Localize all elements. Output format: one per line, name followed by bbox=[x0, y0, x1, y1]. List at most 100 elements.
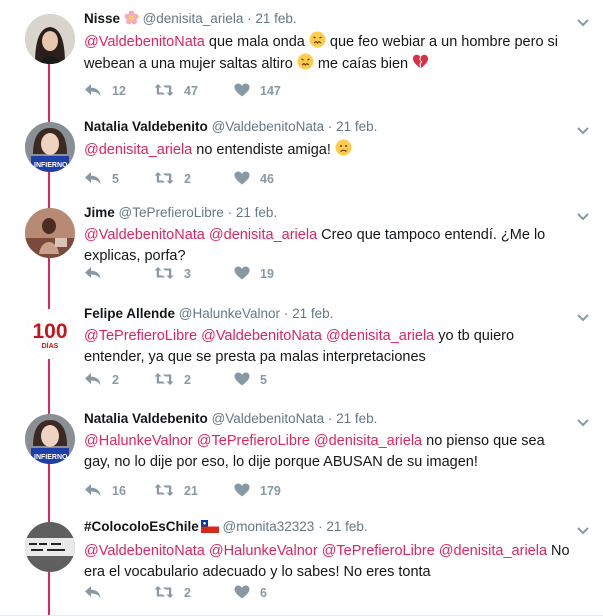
tweet-text: @ValdebenitoNata @denisita_ariela Creo q… bbox=[84, 225, 573, 267]
mention-link[interactable]: @denisita_ariela bbox=[439, 543, 547, 559]
svg-text:INFIERNO: INFIERNO bbox=[34, 162, 68, 169]
retweet-count: 21 bbox=[184, 484, 198, 498]
retweet-button[interactable]: 2 bbox=[154, 372, 234, 389]
tweet-text: @denisita_ariela no entendiste amiga! bbox=[84, 139, 573, 161]
caret-down-icon[interactable] bbox=[577, 522, 589, 540]
tweet-text-segment: que mala onda bbox=[204, 34, 309, 50]
avatar[interactable]: INFIERNO bbox=[25, 414, 75, 464]
tweet-date[interactable]: 21 feb. bbox=[336, 119, 377, 134]
reply-count: 5 bbox=[112, 172, 119, 186]
mention-link[interactable]: @ValdebenitoNata bbox=[201, 328, 322, 344]
caret-down-icon[interactable] bbox=[577, 309, 589, 327]
avatar[interactable]: 100 DÍAS bbox=[25, 309, 75, 359]
mention-link[interactable]: @HalunkeValnor bbox=[209, 543, 318, 559]
separator-dot: · bbox=[283, 306, 289, 321]
tweet-actions: 2 6 bbox=[84, 584, 267, 602]
user-handle[interactable]: @monita32323 bbox=[223, 519, 315, 534]
like-count: 19 bbox=[260, 267, 274, 281]
display-name[interactable]: Felipe Allende bbox=[84, 306, 175, 321]
caret-down-icon[interactable] bbox=[577, 122, 589, 140]
crying-emoji-icon bbox=[335, 139, 352, 158]
like-count: 46 bbox=[260, 172, 274, 186]
like-button[interactable]: 147 bbox=[234, 83, 281, 100]
tweet-date[interactable]: 21 feb. bbox=[326, 519, 367, 534]
like-count: 6 bbox=[260, 586, 267, 600]
tweet-date[interactable]: 21 feb. bbox=[292, 306, 333, 321]
avatar[interactable] bbox=[25, 208, 75, 258]
reply-icon bbox=[84, 266, 112, 283]
confounded-emoji-icon bbox=[309, 31, 326, 50]
tweet-date[interactable]: 21 feb. bbox=[336, 411, 377, 426]
mention-link[interactable]: @denisita_ariela bbox=[209, 227, 317, 243]
reply-button[interactable] bbox=[84, 266, 154, 283]
tweet-text-segment: no entendiste amiga! bbox=[192, 142, 335, 158]
like-button[interactable]: 5 bbox=[234, 372, 267, 389]
tweet-date[interactable]: 21 feb. bbox=[255, 11, 296, 26]
mention-link[interactable]: @ValdebenitoNata bbox=[84, 543, 205, 559]
tweet-item[interactable]: INFIERNO Natalia Valdebenito @Valdebenit… bbox=[0, 108, 603, 195]
retweet-button[interactable]: 2 bbox=[154, 171, 234, 188]
reply-icon bbox=[84, 171, 112, 188]
tweet-header: Jime @TePrefieroLibre · 21 feb. bbox=[84, 204, 573, 222]
retweet-icon bbox=[154, 372, 184, 389]
reply-icon bbox=[84, 483, 112, 500]
retweet-button[interactable]: 2 bbox=[154, 585, 234, 602]
svg-text:INFIERNO: INFIERNO bbox=[34, 454, 68, 461]
like-icon bbox=[234, 585, 260, 602]
tweet-item[interactable]: 100 DÍAS Felipe Allende @HalunkeValnor · … bbox=[0, 295, 603, 401]
reply-button[interactable]: 2 bbox=[84, 372, 154, 389]
caret-down-icon[interactable] bbox=[577, 414, 589, 432]
user-handle[interactable]: @HalunkeValnor bbox=[179, 306, 280, 321]
user-handle[interactable]: @denisita_ariela bbox=[143, 11, 244, 26]
tweet-item[interactable]: Nisse @denisita_ariela · 21 feb. @Valdeb… bbox=[0, 0, 603, 109]
caret-down-icon[interactable] bbox=[577, 208, 589, 226]
like-icon bbox=[234, 171, 260, 188]
retweet-button[interactable]: 47 bbox=[154, 83, 234, 100]
retweet-button[interactable]: 3 bbox=[154, 266, 234, 283]
tweet-header: Natalia Valdebenito @ValdebenitoNata · 2… bbox=[84, 410, 573, 428]
reply-button[interactable] bbox=[84, 585, 154, 602]
reply-button[interactable]: 16 bbox=[84, 483, 154, 500]
mention-link[interactable]: @denisita_ariela bbox=[314, 433, 422, 449]
tweet-content: Nisse @denisita_ariela · 21 feb. @Valdeb… bbox=[84, 10, 573, 75]
tweet-item[interactable]: #ColocoloEsChile @monita32323 · 21 feb. … bbox=[0, 508, 603, 616]
like-icon bbox=[234, 266, 260, 283]
mention-link[interactable]: @HalunkeValnor bbox=[84, 433, 193, 449]
mention-link[interactable]: @TePrefieroLibre bbox=[84, 328, 197, 344]
avatar[interactable] bbox=[25, 14, 75, 64]
display-name[interactable]: Jime bbox=[84, 205, 115, 220]
like-button[interactable]: 179 bbox=[234, 483, 281, 500]
display-name[interactable]: Nisse bbox=[84, 11, 120, 26]
tweet-item[interactable]: INFIERNO Natalia Valdebenito @Valdebenit… bbox=[0, 400, 603, 509]
reply-button[interactable]: 12 bbox=[84, 83, 154, 100]
display-name[interactable]: Natalia Valdebenito bbox=[84, 119, 208, 134]
like-count: 5 bbox=[260, 373, 267, 387]
mention-link[interactable]: @denisita_ariela bbox=[84, 142, 192, 158]
display-name[interactable]: #ColocoloEsChile bbox=[84, 519, 199, 534]
retweet-icon bbox=[154, 585, 184, 602]
mention-link[interactable]: @TePrefieroLibre bbox=[197, 433, 310, 449]
user-handle[interactable]: @TePrefieroLibre bbox=[119, 205, 224, 220]
tweet-content: Natalia Valdebenito @ValdebenitoNata · 2… bbox=[84, 410, 573, 473]
like-button[interactable]: 19 bbox=[234, 266, 274, 283]
caret-down-icon[interactable] bbox=[577, 14, 589, 32]
separator-dot: · bbox=[227, 205, 233, 220]
like-button[interactable]: 46 bbox=[234, 171, 274, 188]
broken-heart-emoji-icon bbox=[412, 54, 429, 72]
mention-link[interactable]: @ValdebenitoNata bbox=[84, 227, 205, 243]
tweet-actions: 5 2 46 bbox=[84, 170, 274, 188]
like-button[interactable]: 6 bbox=[234, 585, 267, 602]
tweet-date[interactable]: 21 feb. bbox=[236, 205, 277, 220]
avatar[interactable]: INFIERNO bbox=[25, 122, 75, 172]
mention-link[interactable]: @ValdebenitoNata bbox=[84, 34, 205, 50]
tweet-item[interactable]: Jime @TePrefieroLibre · 21 feb. @Valdebe… bbox=[0, 194, 603, 296]
reply-button[interactable]: 5 bbox=[84, 171, 154, 188]
mention-link[interactable]: @TePrefieroLibre bbox=[322, 543, 435, 559]
user-handle[interactable]: @ValdebenitoNata bbox=[212, 411, 325, 426]
reply-icon bbox=[84, 372, 112, 389]
display-name[interactable]: Natalia Valdebenito bbox=[84, 411, 208, 426]
retweet-button[interactable]: 21 bbox=[154, 483, 234, 500]
avatar[interactable] bbox=[25, 522, 75, 572]
mention-link[interactable]: @denisita_ariela bbox=[326, 328, 434, 344]
user-handle[interactable]: @ValdebenitoNata bbox=[212, 119, 325, 134]
